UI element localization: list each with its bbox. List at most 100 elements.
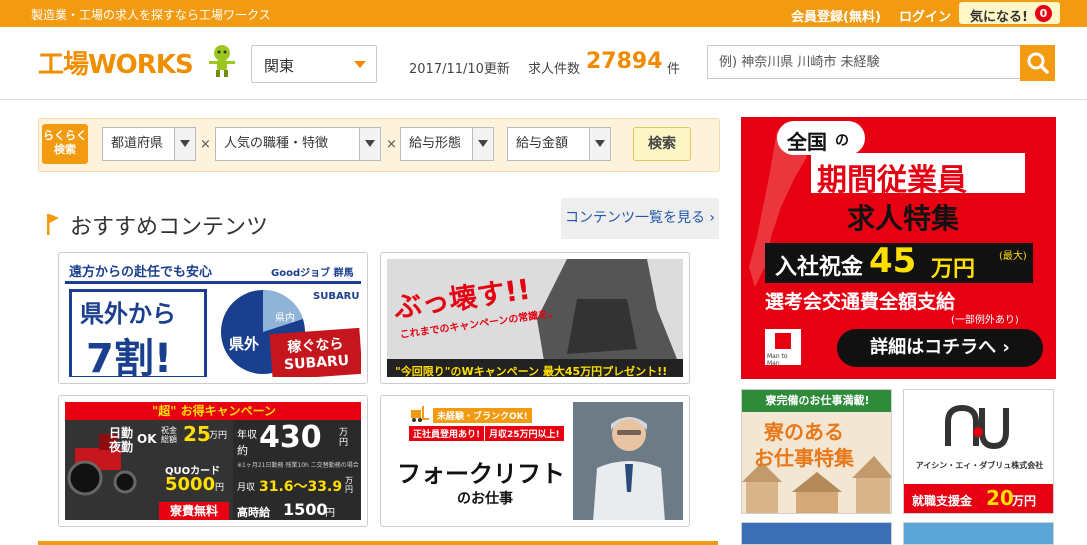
chevron-down-icon	[472, 128, 493, 160]
region-select[interactable]: 関東	[251, 45, 377, 83]
chevron-down-icon	[589, 128, 610, 160]
banner-cta-label: 詳細はコチラへ	[870, 337, 997, 358]
pay-amount-select[interactable]: 給与金額	[507, 127, 611, 161]
card-title: フォークリフト	[397, 460, 565, 488]
chevron-down-icon	[354, 61, 366, 68]
banner-bonus-unit: 万円	[931, 257, 976, 282]
favorites-button[interactable]: 気になる! 0	[959, 2, 1060, 25]
ad-big-1: 寮のある	[764, 420, 844, 444]
banner-badge: Man to Man	[765, 329, 801, 367]
times-separator: ×	[200, 137, 211, 152]
card-big-text-2: 7割!	[86, 336, 173, 377]
site-logo[interactable]: 工場WORKS	[38, 44, 194, 81]
chevron-right-icon: ›	[709, 210, 716, 226]
banner-line-5-note: (一部例外あり)	[951, 315, 1019, 326]
ad-dormitory[interactable]: 寮完備のお仕事満載! 寮のある お仕事特集	[741, 389, 892, 514]
ad-bottom-pre: 就職支援金	[912, 494, 973, 508]
quick-search-button[interactable]: 検索	[633, 127, 691, 161]
top-bar: 製造業・工場の求人を探すなら工場ワークス 会員登録(無料) ログイン 気になる!…	[0, 0, 1087, 27]
content-card-forklift[interactable]: 未経験・ブランクOK! 正社員登用あり! 月収25万円以上! フォークリフト の…	[380, 395, 690, 527]
shift-day: 日勤	[109, 426, 134, 440]
card-shift-labels: 日勤 夜勤	[109, 426, 133, 454]
annual-prefix: 約	[237, 444, 248, 457]
pay-type-select-value: 給与形態	[409, 136, 462, 151]
chevron-down-icon	[174, 128, 195, 160]
banner-bonus-pre: 入社祝金	[775, 255, 864, 280]
more-contents-link[interactable]: コンテンツ一覧を見る ›	[561, 198, 719, 239]
bonus-amount: 25	[183, 422, 211, 446]
site-tagline: 製造業・工場の求人を探すなら工場ワークス	[31, 8, 271, 22]
banner-line-1a: 全国	[787, 130, 827, 154]
hourly-label: 高時給	[237, 506, 270, 519]
jobs-count-label: 求人件数	[528, 62, 581, 77]
ad-more-2[interactable]	[903, 522, 1054, 545]
quick-search-tag: らくらく 検索	[42, 124, 88, 164]
monthly-unit: 万円	[345, 476, 353, 494]
feature-banner[interactable]: 全国 の 期間従業員 求人特集 入社祝金 45 万円 (最大) 選考会交通費全額…	[741, 117, 1056, 379]
dorm-free-badge: 寮費無料	[159, 502, 229, 520]
subaru-logo: SUBARU	[313, 291, 360, 302]
card-tag-2: 正社員登用あり!	[409, 426, 485, 441]
content-card-subaru[interactable]: 遠方からの赴任でも安心 Goodジョブ 群馬 県外から 7割! 県内 県外 SU…	[58, 252, 368, 384]
banner-line-1b: の	[835, 133, 849, 149]
banner-line-2: 期間従業員	[817, 163, 967, 198]
card-headline: "超" お得キャンペーン	[65, 402, 361, 420]
card-tag-1: 未経験・ブランクOK!	[433, 408, 532, 423]
search-icon	[1027, 52, 1049, 74]
aisin-aw-logo-icon	[945, 404, 1009, 450]
bonus-unit: 万円	[209, 431, 228, 441]
banner-bonus-amount: 45	[869, 241, 917, 281]
content-card-campaign[interactable]: ぶっ壊す!! これまでのキャンペーンの常識を。 "今回限り"のWキャンペーン 最…	[380, 252, 690, 384]
card-big-text-box: 県外から 7割!	[69, 289, 207, 377]
monthly-label: 月収	[237, 483, 256, 493]
man-to-man-logo-icon	[775, 333, 791, 349]
card-headline: 遠方からの赴任でも安心	[69, 265, 213, 280]
favorites-count-badge: 0	[1035, 5, 1052, 22]
banner-max-note: (最大)	[999, 251, 1027, 262]
chevron-right-icon: ›	[1002, 337, 1010, 358]
prefecture-select-value: 都道府県	[111, 136, 164, 151]
card-header: 遠方からの赴任でも安心 Goodジョブ 群馬	[65, 259, 361, 284]
favorites-label: 気になる!	[970, 10, 1028, 25]
logo-text: 工場WORKS	[38, 50, 194, 80]
content-card-bonus[interactable]: "超" お得キャンペーン 日勤 夜勤 OK 祝金総額 25 万円 QUOカード …	[58, 395, 368, 527]
ad-aisin[interactable]: アイシン・エィ・ダブリュ株式会社 就職支援金 20 万円	[903, 389, 1054, 514]
banner-badge-text: Man to Man	[767, 353, 788, 367]
ad-bottom-strip: 就職支援金 20 万円	[904, 484, 1053, 513]
shift-night: 夜勤	[109, 440, 134, 454]
card-pay-panel: 年収 約 430 万円 ※1ヶ月21日勤務 残業10h 二交替勤務の場合 月収 …	[233, 420, 361, 520]
register-link[interactable]: 会員登録(無料)	[791, 6, 881, 25]
monthly-amount: 31.6～33.9	[259, 479, 343, 495]
prefecture-select[interactable]: 都道府県	[102, 127, 196, 161]
section-title: おすすめコンテンツ	[70, 215, 269, 240]
ad-bottom-unit: 万円	[1012, 494, 1037, 508]
banner-cta-button[interactable]: 詳細はコチラへ ›	[837, 329, 1043, 367]
banner-line-5: 選考会交通費全額支給	[765, 291, 956, 313]
ad-company: アイシン・エィ・ダブリュ株式会社	[915, 461, 1044, 470]
region-value: 関東	[264, 57, 295, 75]
card-sub: のお仕事	[457, 491, 513, 507]
flag-icon	[47, 214, 59, 235]
quo-unit: 円	[215, 483, 225, 493]
quick-search-tag-line1: らくらく	[43, 129, 87, 142]
card-footer: "今回限り"のWキャンペーン 最大45万円プレゼント!!	[395, 365, 668, 377]
jobs-count: 27894	[586, 49, 663, 74]
pay-type-select[interactable]: 給与形態	[400, 127, 494, 161]
card-tractor-panel: 日勤 夜勤 OK 祝金総額 25 万円 QUOカード 5000 円 寮費無料	[65, 420, 233, 520]
search-button[interactable]	[1020, 45, 1055, 81]
occupation-select-value: 人気の職種・特徴	[224, 136, 329, 151]
occupation-select[interactable]: 人気の職種・特徴	[215, 127, 381, 161]
ad-headline: 寮完備のお仕事満載!	[742, 390, 891, 412]
banner-bonus-box: 入社祝金 45 万円 (最大)	[765, 241, 1033, 283]
login-link[interactable]: ログイン	[899, 6, 951, 25]
hourly-amount: 1500	[283, 500, 328, 519]
search-input[interactable]: 例) 神奈川県 川崎市 未経験	[707, 45, 1020, 79]
updated-date: 2017/11/10更新	[409, 62, 510, 77]
banner-pill: 全国 の	[777, 121, 865, 155]
ad-more-1[interactable]	[741, 522, 892, 545]
bonus-label: 祝金総額	[161, 426, 177, 444]
ad-big-2: お仕事特集	[754, 446, 854, 470]
card-brand: Goodジョブ 群馬	[271, 268, 354, 279]
worker-photo	[573, 402, 683, 520]
annual-note: ※1ヶ月21日勤務 残業10h 二交替勤務の場合	[237, 462, 359, 469]
